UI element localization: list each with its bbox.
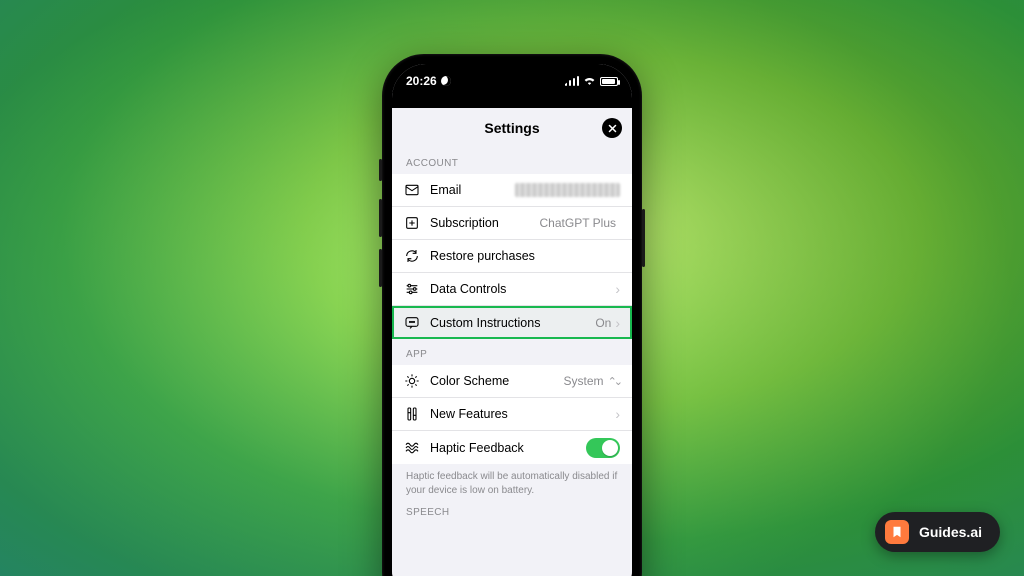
plus-square-icon: [404, 215, 420, 231]
brightness-icon: [404, 373, 420, 389]
bookmark-icon: [885, 520, 909, 544]
section-header-app: APP: [392, 339, 632, 365]
email-value-redacted: [515, 183, 620, 197]
phone-notch: [452, 64, 572, 86]
row-label: Color Scheme: [430, 374, 509, 388]
phone-frame: 20:26 Settings: [382, 54, 642, 576]
haptic-toggle[interactable]: [586, 438, 620, 458]
subscription-value: ChatGPT Plus: [540, 216, 616, 230]
haptic-icon: [404, 440, 420, 456]
haptic-footer-note: Haptic feedback will be automatically di…: [392, 464, 632, 497]
do-not-disturb-icon: [441, 76, 451, 86]
row-label: New Features: [430, 407, 508, 421]
close-button[interactable]: [602, 118, 622, 138]
badge-label: Guides.ai: [919, 524, 982, 540]
row-new-features[interactable]: New Features ›: [392, 398, 632, 431]
chevron-right-icon: ›: [615, 406, 620, 422]
row-label: Custom Instructions: [430, 316, 540, 330]
mail-icon: [404, 182, 420, 198]
row-color-scheme[interactable]: Color Scheme System ⌃⌄: [392, 365, 632, 398]
section-header-speech: SPEECH: [392, 497, 632, 523]
chevron-right-icon: ›: [615, 281, 620, 297]
chat-icon: [404, 315, 420, 331]
stage: 20:26 Settings: [0, 0, 1024, 576]
row-custom-instructions[interactable]: Custom Instructions On ›: [392, 306, 632, 339]
chevron-right-icon: ›: [615, 315, 620, 331]
section-header-account: ACCOUNT: [392, 148, 632, 174]
row-label: Data Controls: [430, 282, 506, 296]
modal-title: Settings: [484, 120, 539, 136]
sliders-icon: [404, 281, 420, 297]
custom-instructions-value: On: [595, 316, 611, 330]
modal-backdrop-strip: [392, 98, 632, 108]
phone-screen: 20:26 Settings: [392, 64, 632, 576]
row-restore-purchases[interactable]: Restore purchases: [392, 240, 632, 273]
row-subscription[interactable]: Subscription ChatGPT Plus: [392, 207, 632, 240]
row-haptic-feedback[interactable]: Haptic Feedback: [392, 431, 632, 464]
settings-sheet: Settings ACCOUNT Email: [392, 108, 632, 576]
modal-header: Settings: [392, 108, 632, 148]
account-group: Email Subscription ChatGPT Plus: [392, 174, 632, 339]
row-email[interactable]: Email: [392, 174, 632, 207]
side-button: [379, 249, 382, 287]
wifi-icon: [583, 74, 596, 88]
color-scheme-value: System: [564, 374, 604, 388]
row-label: Email: [430, 183, 461, 197]
battery-icon: [600, 77, 618, 86]
row-label: Restore purchases: [430, 249, 535, 263]
side-button: [642, 209, 645, 267]
side-button: [379, 199, 382, 237]
refresh-icon: [404, 248, 420, 264]
close-icon: [608, 124, 617, 133]
app-group: Color Scheme System ⌃⌄ New Features ›: [392, 365, 632, 464]
row-label: Subscription: [430, 216, 499, 230]
up-down-icon: ⌃⌄: [608, 375, 620, 388]
row-data-controls[interactable]: Data Controls ›: [392, 273, 632, 306]
status-time: 20:26: [406, 74, 437, 88]
flask-icon: [404, 406, 420, 422]
row-label: Haptic Feedback: [430, 441, 524, 455]
guides-badge[interactable]: Guides.ai: [875, 512, 1000, 552]
side-button: [379, 159, 382, 181]
